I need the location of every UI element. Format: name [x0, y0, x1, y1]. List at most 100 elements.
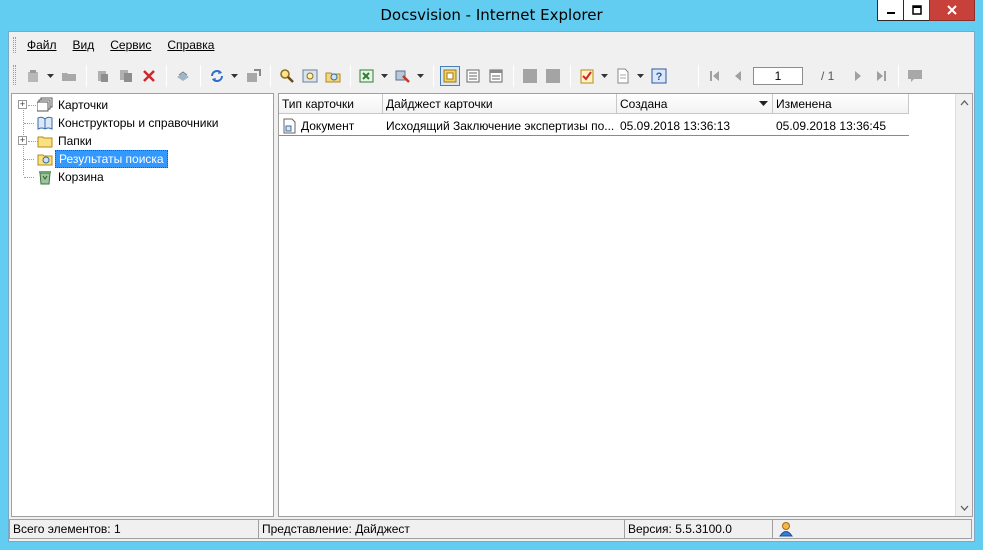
menu-bar: Файл Вид Сервис Справка — [9, 32, 974, 58]
menu-view[interactable]: Вид — [73, 38, 95, 52]
vertical-scrollbar[interactable] — [955, 94, 972, 516]
page-number-input[interactable]: 1 — [753, 66, 803, 85]
tree-line — [24, 159, 34, 160]
list-view-icon — [466, 69, 480, 82]
view-details-button[interactable] — [486, 66, 506, 86]
cut-button[interactable] — [93, 66, 113, 86]
card-list[interactable]: Тип карточки Дайджест карточки Создана И… — [278, 93, 973, 517]
delete-button[interactable] — [139, 66, 159, 86]
excel-icon — [359, 69, 374, 82]
saved-search-button[interactable] — [323, 66, 343, 86]
search-icon — [280, 68, 294, 83]
first-page-icon — [710, 70, 719, 81]
help-button[interactable]: ? — [649, 66, 669, 86]
prev-page-icon — [735, 70, 741, 81]
send-icon — [247, 68, 261, 82]
recycle-bin-icon — [39, 171, 51, 185]
toolbar: ? 1 / 1 — [9, 59, 974, 92]
expand-folders[interactable]: + — [18, 136, 27, 145]
new-card-button[interactable] — [23, 66, 43, 86]
export-excel-button[interactable] — [357, 66, 377, 86]
menu-file[interactable]: Файл — [27, 38, 57, 52]
saved-search-icon — [325, 72, 341, 82]
folder-gray-icon — [62, 72, 76, 81]
minimize-button[interactable] — [877, 0, 904, 21]
cell-card-type-text: Документ — [301, 119, 355, 133]
table-row[interactable]: Документ Исходящий Заключение экспертизы… — [279, 116, 909, 136]
refresh-dropdown[interactable] — [230, 66, 239, 86]
dropdown-arrow-icon — [381, 73, 388, 78]
tasks-button[interactable] — [577, 66, 597, 86]
view-icons-button[interactable] — [440, 65, 460, 86]
comments-button[interactable] — [905, 66, 925, 86]
new-folder-button[interactable] — [59, 66, 79, 86]
toolbar-separator — [166, 64, 167, 87]
toolbar-separator — [513, 64, 514, 87]
status-total-items: Всего элементов: 1 — [9, 519, 259, 539]
status-user[interactable] — [773, 519, 972, 539]
search-button[interactable] — [277, 66, 297, 86]
status-version: Версия: 5.5.3100.0 — [625, 519, 773, 539]
search-results-folder-icon — [37, 154, 53, 166]
column-header-created-label: Создана — [620, 97, 668, 111]
settings-tools-icon — [395, 70, 410, 83]
toolbar-separator — [898, 64, 900, 87]
toolbar-separator — [200, 64, 201, 87]
export-dropdown[interactable] — [380, 66, 389, 86]
column-header-modified[interactable]: Изменена — [773, 94, 909, 114]
folder-icon — [37, 136, 53, 148]
dropdown-arrow-icon — [601, 73, 608, 78]
toolbar-separator — [570, 64, 571, 87]
scroll-down-button[interactable] — [956, 499, 972, 516]
status-bar: Всего элементов: 1 Представление: Дайдже… — [9, 519, 974, 541]
toolbar-gripper[interactable] — [13, 65, 16, 85]
prev-page-button[interactable] — [728, 66, 748, 86]
toolbar-separator — [350, 64, 351, 87]
document-button[interactable] — [613, 66, 633, 86]
settings-dropdown[interactable] — [416, 66, 425, 86]
view-list-button[interactable] — [463, 66, 483, 86]
last-page-button[interactable] — [871, 66, 891, 86]
expand-cards[interactable]: + — [18, 100, 27, 109]
page-count: / 1 — [821, 68, 835, 83]
svg-text:?: ? — [656, 71, 663, 83]
send-button[interactable] — [243, 66, 263, 86]
user-icon — [779, 522, 793, 537]
print-button[interactable] — [173, 66, 193, 86]
document-dropdown[interactable] — [636, 66, 645, 86]
dropdown-arrow-icon — [417, 73, 424, 78]
gray-square-icon — [546, 68, 560, 83]
copy-button[interactable] — [116, 66, 136, 86]
maximize-button[interactable] — [903, 0, 930, 21]
close-button[interactable] — [929, 0, 975, 21]
refresh-button[interactable] — [207, 66, 227, 86]
settings-button[interactable] — [393, 66, 413, 86]
scroll-up-button[interactable] — [956, 94, 972, 111]
new-card-dropdown[interactable] — [46, 66, 55, 86]
next-page-icon — [855, 70, 862, 81]
details-view-icon — [489, 69, 503, 82]
menu-gripper[interactable] — [13, 37, 16, 53]
next-page-button[interactable] — [848, 66, 868, 86]
close-icon — [947, 5, 957, 15]
chevron-down-icon — [960, 505, 968, 511]
cell-modified: 05.09.2018 13:36:45 — [776, 119, 887, 133]
document-icon — [617, 68, 629, 83]
advanced-search-button[interactable] — [300, 66, 320, 86]
column-header-card-type[interactable]: Тип карточки — [279, 94, 383, 114]
first-page-button[interactable] — [705, 66, 725, 86]
menu-service[interactable]: Сервис — [110, 38, 151, 52]
minimize-icon — [886, 12, 895, 14]
folder-tree[interactable]: + Карточки Конструкторы и справочники + … — [11, 93, 274, 517]
column-header-created[interactable]: Создана — [617, 94, 773, 114]
task-checklist-icon — [580, 69, 594, 83]
tree-line — [24, 123, 34, 124]
disabled-button-1[interactable] — [520, 66, 540, 86]
list-header: Тип карточки Дайджест карточки Создана И… — [279, 94, 909, 114]
tasks-dropdown[interactable] — [600, 66, 609, 86]
toolbar-separator — [433, 64, 434, 87]
column-header-digest[interactable]: Дайджест карточки — [383, 94, 617, 114]
disabled-button-2[interactable] — [543, 66, 563, 86]
cell-digest: Исходящий Заключение экспертизы по... — [386, 119, 615, 133]
menu-help[interactable]: Справка — [167, 38, 214, 52]
